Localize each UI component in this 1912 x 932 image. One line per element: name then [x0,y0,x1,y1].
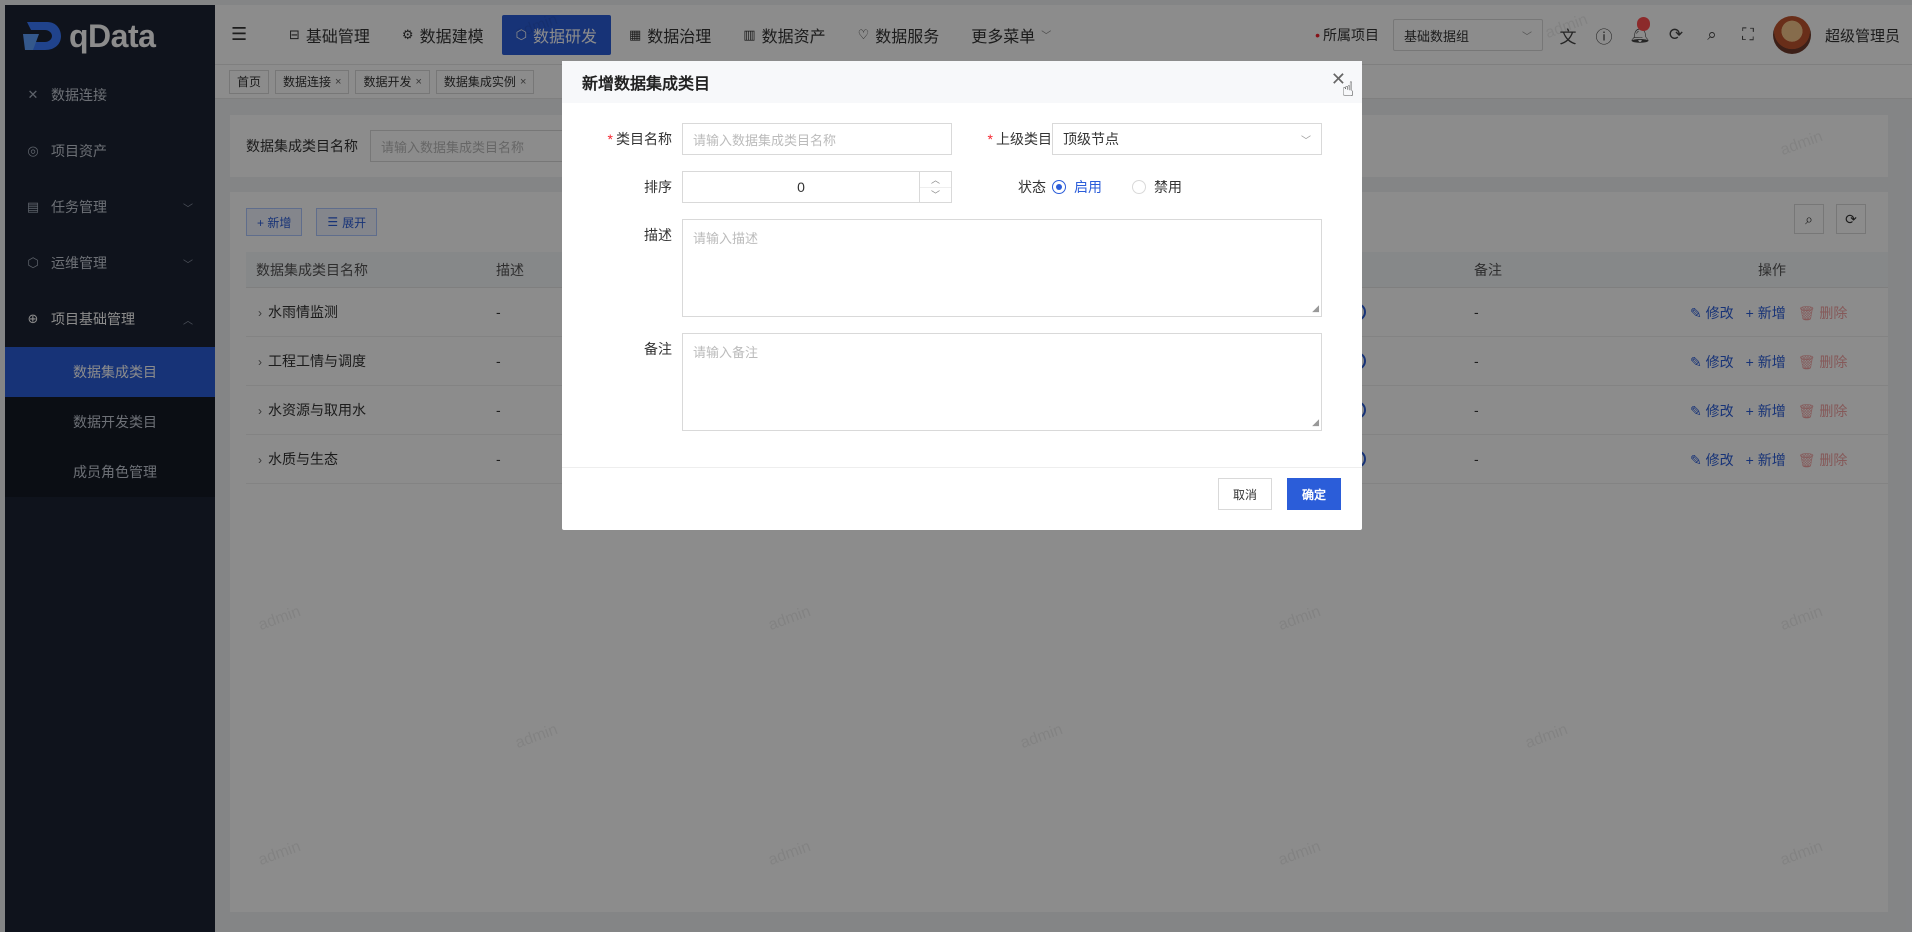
remark-textarea[interactable]: 请输入备注 ◢ [682,333,1322,431]
remark-placeholder: 请输入备注 [693,345,759,360]
parent-select-value: 顶级节点 [1063,131,1119,147]
status-enable-radio[interactable]: 启用 [1052,177,1102,197]
increment-icon[interactable]: ︿ [920,172,951,188]
radio-label: 禁用 [1154,179,1182,195]
cancel-button[interactable]: 取消 [1218,478,1273,510]
decrement-icon[interactable]: ﹀ [920,188,951,203]
category-name-input[interactable]: 请输入数据集成类目名称 [682,123,952,155]
confirm-button[interactable]: 确定 [1287,478,1342,510]
add-category-dialog: 新增数据集成类目 ✕ ☝ * 类目名称 请输入数据集成类目名称 * 上级类目 顶级节… [562,61,1362,530]
dialog-title: 新增数据集成类目 [582,76,711,93]
stepper-buttons: ︿ ﹀ [919,172,951,202]
dialog-header: 新增数据集成类目 ✕ ☝ [562,61,1362,103]
desc-label: 描述 [644,227,672,243]
description-placeholder: 请输入描述 [693,231,759,246]
order-value[interactable]: 0 [683,179,919,195]
name-label: * 类目名称 [607,131,672,147]
resize-handle-icon[interactable]: ◢ [1312,303,1319,314]
parent-label: * 上级类目 [987,131,1052,147]
status-label: 状态 [1018,179,1046,195]
resize-handle-icon[interactable]: ◢ [1312,417,1319,428]
dialog-footer: 取消 确定 [562,467,1362,530]
remark-label: 备注 [644,341,672,357]
description-textarea[interactable]: 请输入描述 ◢ [682,219,1322,317]
parent-category-select[interactable]: 顶级节点 ﹀ [1052,123,1322,155]
radio-checked-icon [1052,180,1066,194]
radio-label: 启用 [1074,179,1102,195]
order-label: 排序 [644,179,672,195]
chevron-down-icon: ﹀ [1301,135,1311,147]
status-radio-group: 启用 禁用 [1052,171,1182,203]
order-stepper[interactable]: 0 ︿ ﹀ [682,171,952,203]
status-disable-radio[interactable]: 禁用 [1132,177,1182,197]
hand-cursor-icon: ☝ [1341,79,1354,101]
radio-unchecked-icon [1132,180,1146,194]
